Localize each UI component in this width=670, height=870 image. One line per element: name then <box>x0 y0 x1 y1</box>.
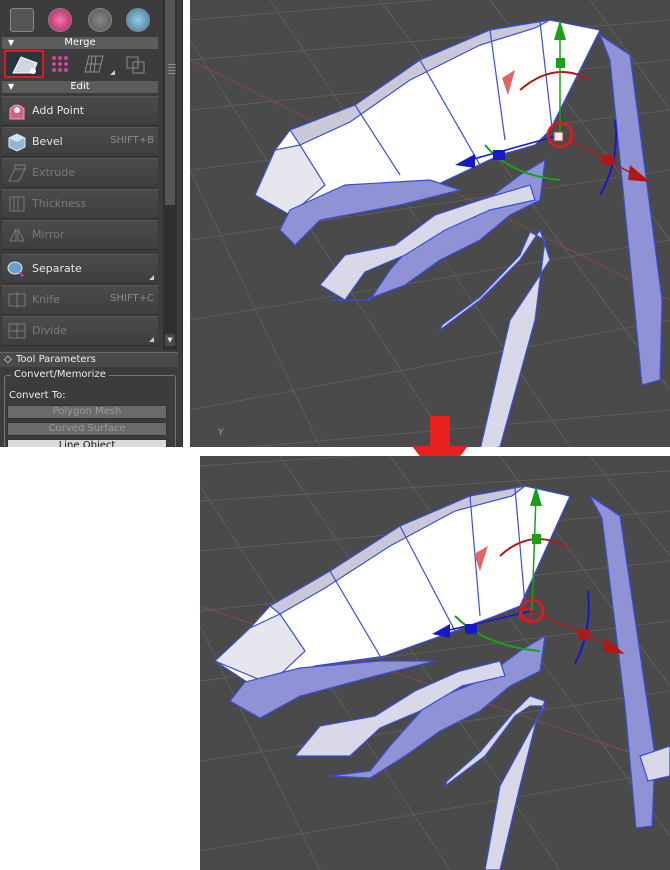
scroll-down-arrow-icon[interactable]: ▼ <box>165 334 175 346</box>
tool-divide[interactable]: Divide <box>2 316 158 346</box>
tool-label: Extrude <box>32 166 76 179</box>
merge-tool-button-selected[interactable] <box>4 50 44 78</box>
convert-memorize-group: Convert/Memorize Convert To: Polygon Mes… <box>4 369 176 447</box>
grid-merge-icon[interactable] <box>82 54 104 74</box>
merge-section-header[interactable]: ▼ Merge <box>2 37 158 49</box>
tool-separate[interactable]: Separate <box>2 254 158 284</box>
expand-corner-icon[interactable] <box>149 275 154 280</box>
add-point-icon <box>6 101 28 121</box>
curved-surface-button[interactable]: Curved Surface <box>7 422 167 436</box>
convert-memorize-title: Convert/Memorize <box>11 369 109 380</box>
separate-icon <box>6 259 28 279</box>
copy-merge-icon[interactable] <box>124 54 148 74</box>
gray-sphere-icon[interactable] <box>88 8 112 32</box>
expand-collapse-icon: ◇ <box>4 354 12 365</box>
convert-to-label: Convert To: <box>9 390 66 401</box>
tool-shortcut: SHIFT+B <box>110 135 154 146</box>
tool-thickness[interactable]: Thickness <box>2 189 158 219</box>
extrude-icon <box>6 163 28 183</box>
tool-label: Divide <box>32 324 67 337</box>
viewport-scene <box>190 0 670 447</box>
edit-section-label: Edit <box>70 81 90 92</box>
tool-label: Separate <box>32 262 82 275</box>
tool-label: Thickness <box>32 197 87 210</box>
axis-y-label: Y <box>218 428 224 438</box>
divide-icon <box>6 321 28 341</box>
tool-bevel[interactable]: Bevel SHIFT+B <box>2 127 158 157</box>
expand-corner-icon[interactable] <box>149 337 154 342</box>
bevel-icon <box>6 132 28 152</box>
thickness-icon <box>6 194 28 214</box>
viewport-scene <box>200 456 670 870</box>
tool-parameters-title: Tool Parameters <box>16 354 96 365</box>
tool-extrude[interactable]: Extrude <box>2 158 158 188</box>
tool-mirror[interactable]: Mirror <box>2 220 158 250</box>
knife-icon <box>6 290 28 310</box>
merge-section-label: Merge <box>64 37 96 48</box>
tool-add-point[interactable]: Add Point <box>2 96 158 126</box>
edit-section-header[interactable]: ▼ Edit <box>2 81 158 93</box>
tool-panel: ▼ Merge ▼ Edit Add Point Bevel SHIFT+B E… <box>0 0 183 447</box>
merge-tool-icon <box>12 56 38 74</box>
selected-vertex[interactable] <box>553 131 564 142</box>
tool-parameters-header[interactable]: ◇ Tool Parameters <box>0 352 178 367</box>
panel-scrollbar[interactable]: ▼ <box>163 0 177 350</box>
grid-tool-icon[interactable] <box>10 8 34 32</box>
blue-sphere-icon[interactable] <box>126 8 150 32</box>
pink-sphere-icon[interactable] <box>48 8 72 32</box>
expand-corner-icon[interactable] <box>110 70 115 75</box>
tool-knife[interactable]: Knife SHIFT+C <box>2 285 158 315</box>
line-object-button[interactable]: Line Object <box>7 439 167 447</box>
tool-label: Knife <box>32 293 60 306</box>
tool-label: Add Point <box>32 104 85 117</box>
polygon-mesh-button[interactable]: Polygon Mesh <box>7 405 167 419</box>
viewport-before[interactable]: Y <box>190 0 670 447</box>
tool-label: Bevel <box>32 135 63 148</box>
mesh-object <box>254 19 663 447</box>
points-merge-icon[interactable] <box>50 54 70 74</box>
collapse-triangle-icon: ▼ <box>8 38 15 47</box>
merge-tools-row <box>0 50 162 82</box>
scroll-grip-icon <box>168 64 176 74</box>
collapse-triangle-icon: ▼ <box>8 82 15 91</box>
viewport-after[interactable] <box>200 456 670 870</box>
mirror-icon <box>6 225 28 245</box>
scrollbar-thumb[interactable] <box>165 0 176 205</box>
top-icon-row <box>0 0 162 32</box>
tool-shortcut: SHIFT+C <box>110 293 154 304</box>
tool-label: Mirror <box>32 228 65 241</box>
